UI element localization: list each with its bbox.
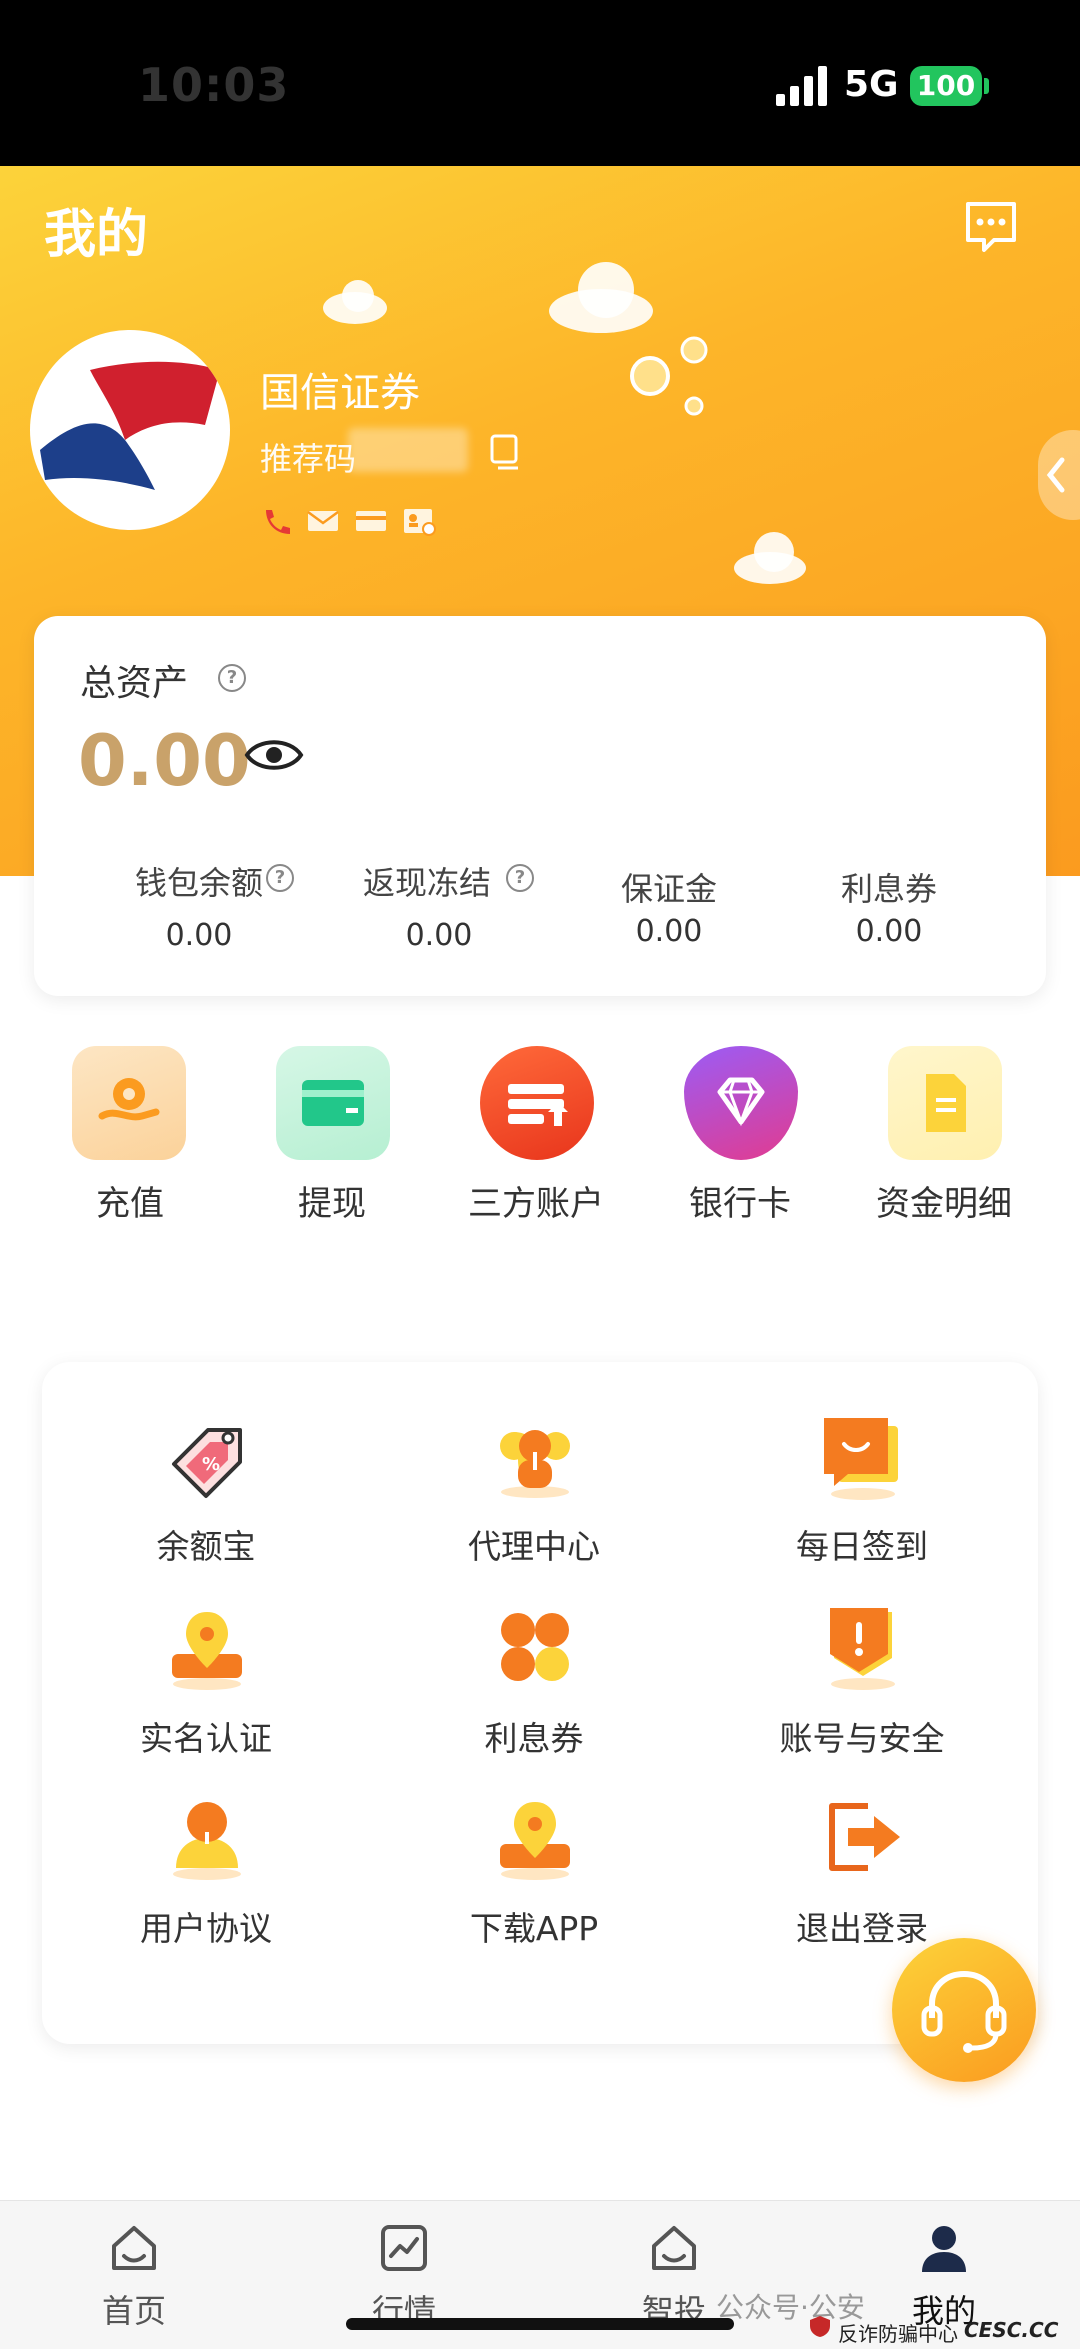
- cloud-decoration: [323, 280, 387, 324]
- third-party-account-label[interactable]: 三方账户: [446, 1176, 626, 1225]
- grid-icon[interactable]: [490, 1602, 580, 1692]
- copy-icon[interactable]: [488, 432, 522, 470]
- coin-decoration: [630, 336, 708, 416]
- fund-details-label[interactable]: 资金明细: [854, 1176, 1034, 1225]
- margin-label: 保证金: [620, 870, 717, 908]
- cloud-decoration: [734, 532, 806, 584]
- phone-icon[interactable]: [260, 506, 294, 536]
- tag-icon[interactable]: %: [162, 1416, 252, 1506]
- total-assets-value: 0.00: [78, 720, 251, 802]
- logout-icon[interactable]: [818, 1792, 908, 1882]
- interest-coupon-value: 0.00: [855, 914, 923, 949]
- menu-label-real-name-auth[interactable]: 实名认证: [66, 1712, 346, 1760]
- watermark-text: 反诈防骗中心: [838, 2322, 958, 2346]
- shield-logo-icon: [810, 2316, 830, 2337]
- recharge-label[interactable]: 充值: [40, 1176, 220, 1225]
- bank-card-label[interactable]: 银行卡: [650, 1176, 830, 1225]
- agent-icon[interactable]: [490, 1412, 580, 1502]
- side-expand-tab[interactable]: [1038, 430, 1080, 520]
- withdraw-label[interactable]: 提现: [242, 1176, 422, 1225]
- withdraw-icon[interactable]: [276, 1046, 390, 1160]
- home-icon[interactable]: [108, 2222, 160, 2274]
- menu-label-yuebao[interactable]: 余额宝: [66, 1520, 346, 1568]
- customer-service-button[interactable]: [892, 1938, 1036, 2082]
- checkin-icon[interactable]: [818, 1412, 908, 1502]
- headset-icon: [921, 1970, 1007, 2053]
- interest-coupon-label: 利息券: [840, 870, 937, 908]
- cashback-frozen-value: 0.00: [405, 918, 473, 953]
- id-card-icon[interactable]: [402, 506, 436, 536]
- help-icon[interactable]: ?: [506, 864, 534, 892]
- signal-icon: [776, 66, 827, 106]
- recharge-icon[interactable]: [72, 1046, 186, 1160]
- message-icon[interactable]: [962, 198, 1020, 256]
- third-party-account-icon[interactable]: [480, 1046, 594, 1160]
- smart-invest-icon[interactable]: [648, 2222, 700, 2274]
- network-type: 5G: [844, 64, 899, 105]
- menu-label-daily-checkin[interactable]: 每日签到: [722, 1520, 1002, 1568]
- total-assets-label: 总资产: [80, 663, 189, 704]
- avatar[interactable]: [30, 330, 230, 530]
- shield-icon[interactable]: [818, 1602, 908, 1692]
- chart-icon[interactable]: [378, 2222, 430, 2274]
- help-icon[interactable]: ?: [218, 664, 246, 692]
- company-name: 国信证券: [260, 370, 420, 416]
- wallet-balance-value: 0.00: [165, 918, 233, 953]
- bank-card-icon[interactable]: [684, 1046, 798, 1160]
- eye-icon[interactable]: [244, 734, 304, 776]
- status-time: 10:03: [138, 58, 290, 112]
- menu-label-download-app[interactable]: 下载APP: [394, 1902, 674, 1950]
- menu-label-user-agreement[interactable]: 用户协议: [66, 1902, 346, 1950]
- battery-cap: [984, 78, 989, 94]
- menu-label-interest-coupon[interactable]: 利息券: [394, 1712, 674, 1760]
- svg-text:%: %: [202, 1454, 220, 1475]
- cloud-decoration: [549, 262, 653, 333]
- download-pin-icon[interactable]: [490, 1792, 580, 1882]
- profile-icon[interactable]: [918, 2222, 970, 2274]
- user-icon[interactable]: [162, 1792, 252, 1882]
- menu-label-account-security[interactable]: 账号与安全: [722, 1712, 1002, 1760]
- battery-icon: 100: [910, 66, 982, 106]
- card-icon[interactable]: [354, 506, 388, 536]
- referral-code: 推荐码: [260, 440, 357, 478]
- page-title: 我的: [44, 205, 149, 265]
- margin-value: 0.00: [635, 914, 703, 949]
- help-icon[interactable]: ?: [266, 864, 294, 892]
- home-indicator[interactable]: [346, 2318, 734, 2330]
- tab-home[interactable]: 首页: [64, 2286, 204, 2332]
- email-icon[interactable]: [306, 506, 340, 536]
- watermark-text: CESC.CC: [964, 2318, 1059, 2342]
- location-pin-icon[interactable]: [162, 1602, 252, 1692]
- menu-label-agent-center[interactable]: 代理中心: [394, 1520, 674, 1568]
- company-logo: [40, 361, 220, 490]
- referral-code-mask: [348, 428, 468, 472]
- chevron-left-icon: [1046, 457, 1065, 493]
- fund-details-icon[interactable]: [888, 1046, 1002, 1160]
